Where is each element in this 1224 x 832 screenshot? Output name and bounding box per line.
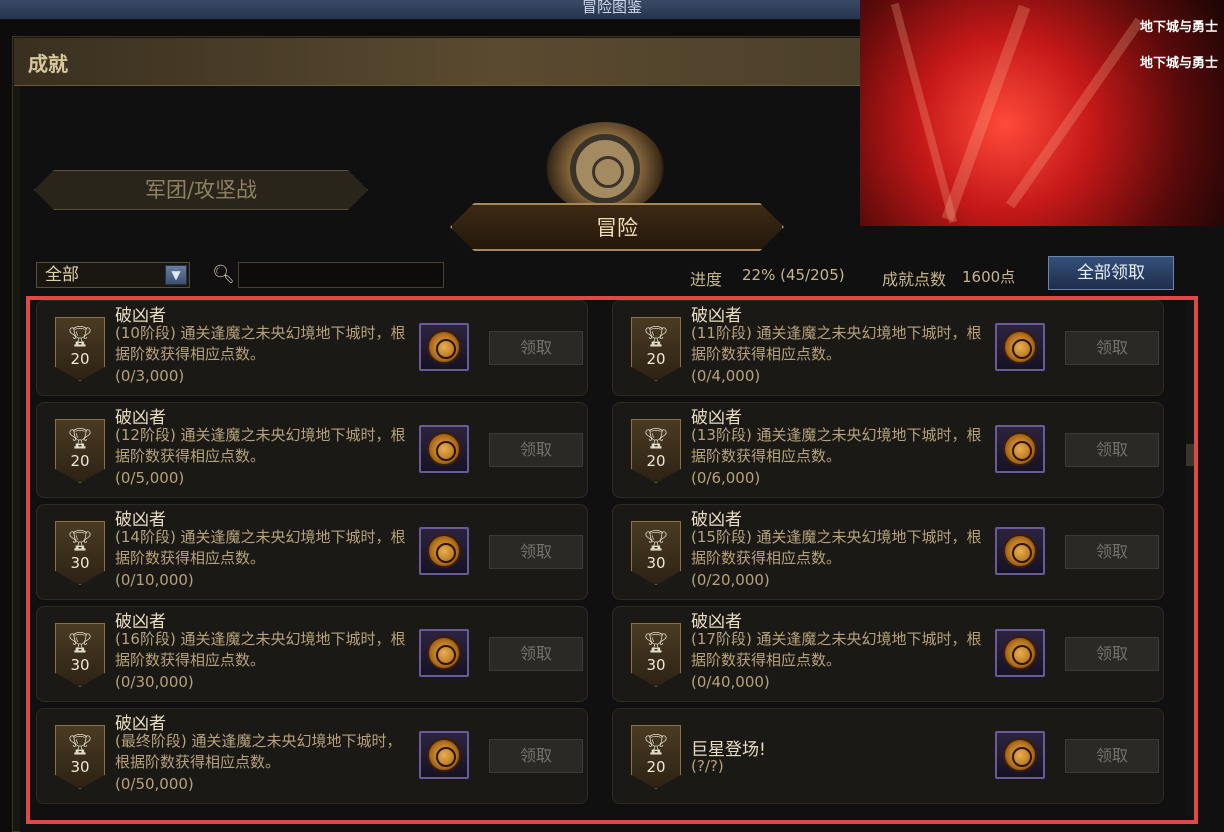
search-input[interactable] [238,262,444,288]
achievement-card: 🏆︎ 30 破凶者 (14阶段) 通关逢魔之未央幻境地下城时，根据阶数获得相应点数。(… [36,504,588,600]
points-value: 20 [70,452,90,470]
claim-all-button[interactable]: 全部领取 [1048,256,1174,290]
reward-emblem-icon[interactable] [419,731,469,779]
achievement-card: 🏆︎ 20 破凶者 (10阶段) 通关逢魔之未央幻境地下城时，根据阶数获得相应点数。(… [36,300,588,396]
achievement-progress: (0/40,000) [691,673,770,691]
claim-button[interactable]: 领取 [489,637,583,671]
points-badge: 🏆︎ 30 [631,623,681,687]
reward-emblem-icon[interactable] [995,425,1045,473]
trophy-icon: 🏆︎ [67,732,93,756]
points-value: 30 [70,554,90,572]
achievement-progress: (0/6,000) [691,469,761,487]
trophy-icon: 🏆︎ [67,426,93,450]
achievement-description: (12阶段) 通关逢魔之未央幻境地下城时，根据阶数获得相应点数。 [115,426,406,465]
points-label: 成就点数 [882,270,947,289]
game-logo: 地下城与勇士 [1139,20,1218,35]
game-logo: 地下城与勇士 [1139,56,1218,71]
trophy-icon: 🏆︎ [67,528,93,552]
claim-button[interactable]: 领取 [1065,331,1159,365]
category-select[interactable]: 全部 ▼ [36,262,190,288]
claim-button[interactable]: 领取 [489,535,583,569]
achievement-progress: (0/5,000) [115,469,185,487]
claim-button[interactable]: 领取 [489,433,583,467]
achievement-progress: (0/30,000) [115,673,194,691]
points-badge: 🏆︎ 20 [631,419,681,483]
achievement-description: (最终阶段) 通关逢魔之未央幻境地下城时，根据阶数获得相应点数。 [115,732,402,771]
points-value: 20 [646,350,666,368]
reward-emblem-icon[interactable] [419,527,469,575]
trophy-icon: 🏆︎ [643,426,669,450]
points-value: 30 [646,656,666,674]
achievement-description: (14阶段) 通关逢魔之未央幻境地下城时，根据阶数获得相应点数。 [115,528,406,567]
points-badge: 🏆︎ 20 [631,317,681,381]
achievement-card: 🏆︎ 20 破凶者 (12阶段) 通关逢魔之未央幻境地下城时，根据阶数获得相应点数。(… [36,402,588,498]
achievement-progress: (0/10,000) [115,571,194,589]
achievement-card: 🏆︎ 30 破凶者 (17阶段) 通关逢魔之未央幻境地下城时，根据阶数获得相应点数。(… [612,606,1164,702]
claim-button[interactable]: 领取 [1065,739,1159,773]
achievement-progress: (0/3,000) [115,367,185,385]
reward-emblem-icon[interactable] [419,425,469,473]
points-badge: 🏆︎ 30 [55,725,105,789]
achievement-card: 🏆︎ 30 破凶者 (15阶段) 通关逢魔之未央幻境地下城时，根据阶数获得相应点数。(… [612,504,1164,600]
progress-label: 进度 [690,270,723,289]
list-scrollbar[interactable] [1186,298,1198,816]
points-value: 30 [646,554,666,572]
trophy-icon: 🏆︎ [67,630,93,654]
claim-button[interactable]: 领取 [1065,637,1159,671]
trophy-icon: 🏆︎ [643,324,669,348]
points-value: 20 [70,350,90,368]
trophy-icon: 🏆︎ [643,528,669,552]
section-title: 成就 [28,52,68,76]
reward-emblem-icon[interactable] [995,323,1045,371]
achievement-description: (17阶段) 通关逢魔之未央幻境地下城时，根据阶数获得相应点数。 [691,630,982,669]
progress-value: 22% (45/205) [742,266,845,284]
reward-emblem-icon[interactable] [419,629,469,677]
achievement-description: (10阶段) 通关逢魔之未央幻境地下城时，根据阶数获得相应点数。 [115,324,406,363]
trophy-icon: 🏆︎ [643,732,669,756]
reward-emblem-icon[interactable] [995,629,1045,677]
search-icon: 🔍︎ [212,264,235,285]
claim-button[interactable]: 领取 [1065,433,1159,467]
points-value: 1600点 [962,268,1016,286]
trophy-icon: 🏆︎ [643,630,669,654]
achievement-progress: (0/20,000) [691,571,770,589]
achievement-description: (11阶段) 通关逢魔之未央幻境地下城时，根据阶数获得相应点数。 [691,324,982,363]
scroll-compass-icon [546,122,664,214]
points-value: 20 [646,758,666,776]
category-select-value: 全部 [45,265,79,285]
tab-legion-raid[interactable]: 军团/攻坚战 [34,170,368,210]
achievement-progress: (?/?) [691,757,724,775]
achievement-progress: (0/50,000) [115,775,194,793]
points-badge: 🏆︎ 20 [55,419,105,483]
achievement-description: (13阶段) 通关逢魔之未央幻境地下城时，根据阶数获得相应点数。 [691,426,982,465]
points-badge: 🏆︎ 20 [55,317,105,381]
points-badge: 🏆︎ 30 [631,521,681,585]
tab-adventure[interactable]: 冒险 [450,203,784,251]
achievement-progress: (0/4,000) [691,367,761,385]
chevron-down-icon[interactable]: ▼ [165,265,187,285]
achievement-card: 🏆︎ 30 破凶者 (16阶段) 通关逢魔之未央幻境地下城时，根据阶数获得相应点数。(… [36,606,588,702]
scrollbar-thumb[interactable] [1186,444,1198,466]
points-badge: 🏆︎ 30 [55,521,105,585]
points-badge: 🏆︎ 20 [631,725,681,789]
achievement-description: (15阶段) 通关逢魔之未央幻境地下城时，根据阶数获得相应点数。 [691,528,982,567]
promo-artwork: 地下城与勇士 地下城与勇士 [860,0,1224,226]
trophy-icon: 🏆︎ [67,324,93,348]
reward-emblem-icon[interactable] [995,527,1045,575]
achievement-description: (16阶段) 通关逢魔之未央幻境地下城时，根据阶数获得相应点数。 [115,630,406,669]
achievement-card: 🏆︎ 20 破凶者 (13阶段) 通关逢魔之未央幻境地下城时，根据阶数获得相应点数。(… [612,402,1164,498]
claim-button[interactable]: 领取 [489,331,583,365]
points-badge: 🏆︎ 30 [55,623,105,687]
reward-emblem-icon[interactable] [419,323,469,371]
achievement-card: 🏆︎ 20 巨星登场! (?/?) 领取 [612,708,1164,804]
claim-button[interactable]: 领取 [489,739,583,773]
achievement-card: 🏆︎ 20 破凶者 (11阶段) 通关逢魔之未央幻境地下城时，根据阶数获得相应点数。(… [612,300,1164,396]
achievement-card: 🏆︎ 30 破凶者 (最终阶段) 通关逢魔之未央幻境地下城时，根据阶数获得相应点数。(… [36,708,588,804]
points-value: 20 [646,452,666,470]
points-value: 30 [70,758,90,776]
points-value: 30 [70,656,90,674]
claim-button[interactable]: 领取 [1065,535,1159,569]
reward-emblem-icon[interactable] [995,731,1045,779]
